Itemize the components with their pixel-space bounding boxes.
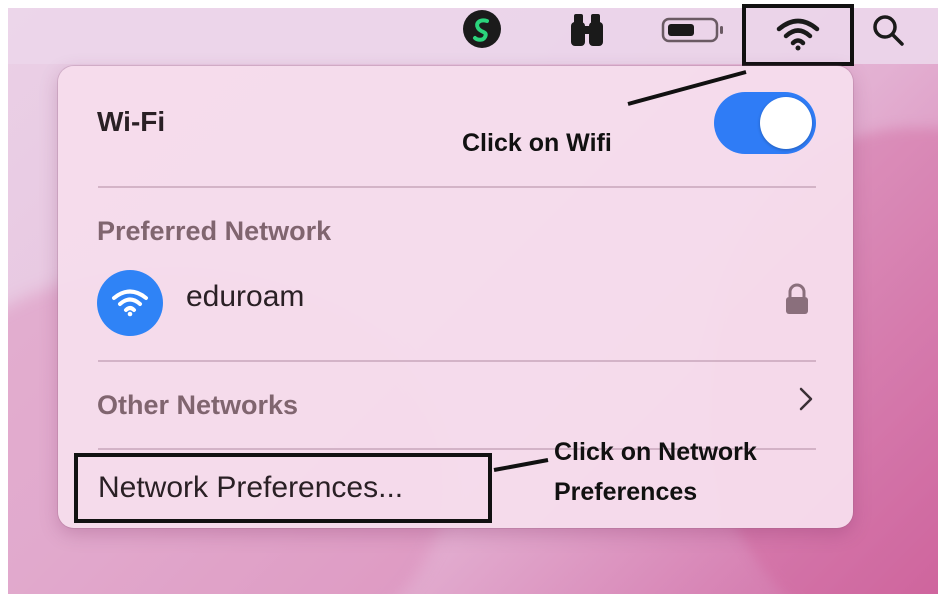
binoculars-icon[interactable]	[567, 12, 607, 48]
wifi-menu-icon[interactable]	[742, 4, 854, 66]
divider	[98, 186, 816, 188]
preferred-network-label: Preferred Network	[97, 216, 332, 246]
search-icon[interactable]	[868, 12, 910, 48]
annotation-click-wifi: Click on Wifi	[462, 129, 612, 157]
lock-icon	[784, 282, 810, 316]
network-wifi-icon[interactable]	[97, 270, 163, 336]
wifi-title: Wi-Fi	[97, 106, 166, 137]
toggle-knob	[760, 97, 812, 149]
battery-icon[interactable]	[660, 16, 726, 44]
shield-s-app-icon[interactable]	[463, 10, 501, 48]
annotation-click-prefs-line1: Click on Network	[554, 438, 757, 466]
network-name-eduroam[interactable]: eduroam	[186, 280, 304, 314]
chevron-right-icon[interactable]	[796, 384, 816, 414]
network-preferences-button[interactable]: Network Preferences...	[74, 453, 492, 523]
divider	[98, 360, 816, 362]
wifi-toggle[interactable]	[714, 92, 816, 154]
annotation-click-prefs-line2: Preferences	[554, 478, 698, 506]
other-networks-item[interactable]: Other Networks	[97, 390, 298, 421]
